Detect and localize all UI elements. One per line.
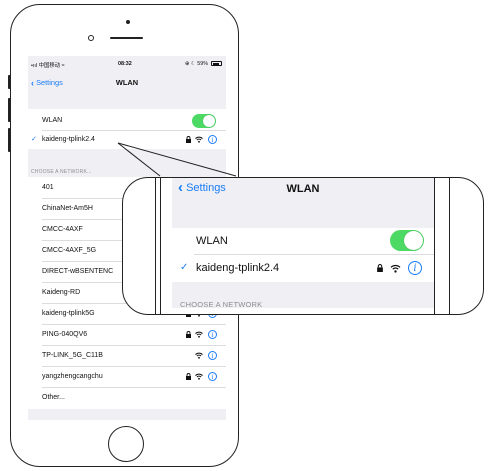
wifi-icon: [390, 264, 401, 273]
zoom-page-title: WLAN: [286, 183, 320, 195]
zoom-frame-bar: [449, 178, 451, 314]
zoom-frame-bar: [155, 178, 157, 314]
zoom-frame-bar: [434, 178, 436, 314]
zoom-wlan-label: WLAN: [196, 235, 228, 247]
zoom-frame-bar: [160, 178, 162, 314]
checkmark-icon: ✓: [180, 262, 189, 273]
zoom-connected-network-row[interactable]: ✓ kaideng-tplink2.4 i: [172, 255, 434, 281]
lock-icon: [377, 264, 383, 272]
zoom-wlan-group: WLAN ✓ kaideng-tplink2.4 i: [172, 228, 434, 282]
zoom-screen: ‹ Settings WLAN WLAN ✓ kaideng-tplink2.4…: [172, 178, 434, 308]
zoom-navigation-bar: ‹ Settings WLAN: [172, 178, 434, 200]
zoom-wlan-toggle[interactable]: [390, 230, 424, 251]
zoom-connected-network-name: kaideng-tplink2.4: [196, 262, 280, 274]
info-icon[interactable]: i: [408, 261, 422, 275]
zoom-choose-network-header: CHOOSE A NETWORK: [180, 300, 263, 308]
zoom-wlan-toggle-row: WLAN: [172, 228, 434, 254]
